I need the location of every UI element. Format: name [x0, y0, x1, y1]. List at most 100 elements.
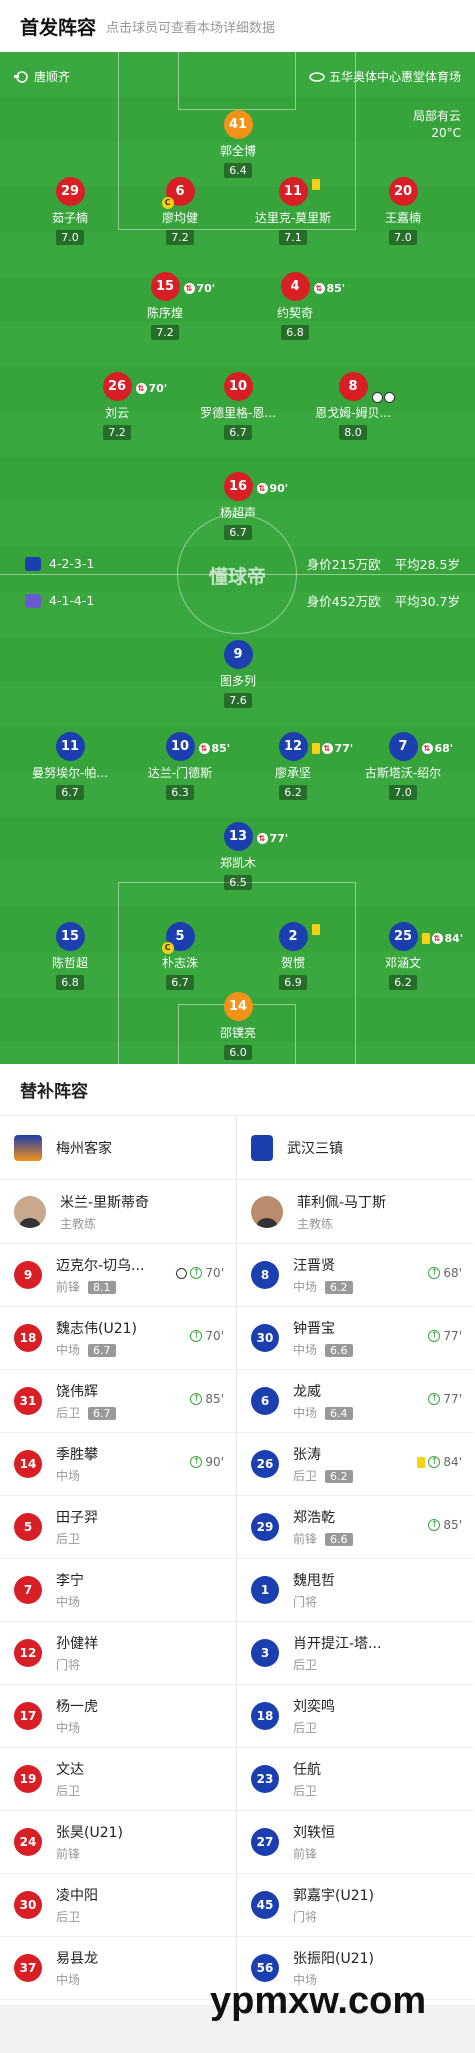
away-player[interactable]: 10 ⇅ 85' 达兰-门德斯 6.3: [125, 732, 235, 800]
away-sub-row[interactable]: 18 刘奕鸣 后卫: [237, 1685, 474, 1748]
sub-position: 中场 6.7: [56, 1341, 137, 1358]
away-sub-row[interactable]: 8 汪晋贤 中场 6.2 ↑ 68': [237, 1244, 474, 1307]
away-player[interactable]: 5 C 朴志洙 6.7: [125, 922, 235, 990]
away-team-header[interactable]: 武汉三镇: [237, 1116, 474, 1180]
player-name: 约契奇: [276, 306, 313, 320]
sub-name: 魏志伟(U21): [56, 1321, 137, 1337]
player-rating: 7.2: [151, 325, 179, 340]
player-rating: 6.7: [224, 525, 252, 540]
home-player[interactable]: 6 C 廖均健 7.2: [125, 177, 235, 245]
home-sub-row[interactable]: 9 迈克尔-切乌... 前锋 8.1 ↑ 70': [0, 1244, 236, 1307]
home-team-header[interactable]: 梅州客家: [0, 1116, 236, 1180]
sub-number: 3: [251, 1639, 279, 1667]
away-player[interactable]: 12 ⇅ 77' 廖承坚 6.2: [238, 732, 353, 800]
away-sub-row[interactable]: 23 任航 后卫: [237, 1748, 474, 1811]
away-player[interactable]: 25 ⇅ 84' 邓涵文 6.2: [348, 922, 463, 990]
home-sub-row[interactable]: 17 杨一虎 中场: [0, 1685, 236, 1748]
home-sub-row[interactable]: 7 李宁 中场: [0, 1559, 236, 1622]
player-rating: 6.5: [224, 875, 252, 890]
sub-number: 19: [14, 1765, 42, 1793]
sub-number: 26: [251, 1450, 279, 1478]
sub-out-icon: ⇅: [421, 743, 433, 754]
home-sub-row[interactable]: 37 易县龙 中场: [0, 1937, 236, 2000]
player-rating: 7.6: [224, 693, 252, 708]
sub-name: 饶伟辉: [56, 1384, 98, 1400]
sub-position: 门将: [293, 1595, 318, 1609]
player-rating: 6.4: [224, 163, 252, 178]
away-sub-row[interactable]: 30 钟晋宝 中场 6.6 ↑ 77': [237, 1307, 474, 1370]
away-player[interactable]: 7 ⇅ 68' 古斯塔沃-绍尔 7.0: [348, 732, 458, 800]
home-sub-row[interactable]: 30 凌中阳 后卫: [0, 1874, 236, 1937]
subs-title: 替补阵容: [0, 1064, 475, 1116]
player-name: 杨超声: [219, 506, 256, 520]
home-player[interactable]: 15 ⇅ 70' 陈序煌 7.2: [110, 272, 220, 340]
sub-minute: 85': [326, 282, 346, 295]
sub-position: 门将: [293, 1910, 318, 1924]
home-sub-row[interactable]: 24 张昊(U21) 前锋: [0, 1811, 236, 1874]
sub-number: 6: [251, 1387, 279, 1415]
sub-minute: 77': [269, 832, 289, 845]
home-player[interactable]: 10 罗德里格-恩... 6.7: [183, 372, 293, 440]
home-coach-role: 主教练: [60, 1216, 97, 1231]
home-subs-column: 梅州客家 米兰-里斯蒂奇 主教练 9 迈克尔-切乌... 前锋 8.1 ↑ 70' 18 魏志…: [0, 1116, 237, 2000]
player-rating: 6.8: [281, 325, 309, 340]
home-player[interactable]: 41 郭全博 6.4: [183, 110, 293, 178]
player-name: 恩戈姆-姆贝...: [315, 406, 391, 420]
home-sub-row[interactable]: 18 魏志伟(U21) 中场 6.7 ↑ 70': [0, 1307, 236, 1370]
away-sub-row[interactable]: 27 刘轶恒 前锋: [237, 1811, 474, 1874]
away-player[interactable]: 15 陈哲超 6.8: [15, 922, 125, 990]
away-sub-row[interactable]: 29 郑浩乾 前锋 6.6 ↑ 85': [237, 1496, 474, 1559]
away-sub-row[interactable]: 26 张涛 后卫 6.2 ↑ 84': [237, 1433, 474, 1496]
stadium-icon: [309, 70, 325, 84]
sub-number: 5: [14, 1513, 42, 1541]
away-player[interactable]: 2 贺惯 6.9: [238, 922, 348, 990]
away-team-info: 4-1-4-1 身价452万欧 平均30.7岁: [25, 591, 460, 610]
home-player[interactable]: 11 达里克-莫里斯 7.1: [238, 177, 348, 245]
player-name: 陈序煌: [146, 306, 183, 320]
home-sub-row[interactable]: 14 季胜攀 中场 ↑ 90': [0, 1433, 236, 1496]
home-player[interactable]: 26 ⇅ 70' 刘云 7.2: [62, 372, 172, 440]
player-name: 古斯塔沃-绍尔: [364, 766, 442, 780]
home-player[interactable]: 29 茹子楠 7.0: [15, 177, 125, 245]
player-rating: 6.7: [166, 975, 194, 990]
home-sub-row[interactable]: 19 文达 后卫: [0, 1748, 236, 1811]
home-sub-row[interactable]: 31 饶伟辉 后卫 6.7 ↑ 85': [0, 1370, 236, 1433]
home-player[interactable]: 16 ⇅ 90' 杨超声 6.7: [183, 472, 293, 540]
away-sub-row[interactable]: 6 龙威 中场 6.4 ↑ 77': [237, 1370, 474, 1433]
sub-in-icon: ↑: [428, 1519, 441, 1531]
sub-position: 中场: [56, 1595, 81, 1609]
away-sub-row[interactable]: 3 肖开提江-塔... 后卫: [237, 1622, 474, 1685]
sub-in-icon: ↑: [190, 1393, 203, 1405]
sub-rating: 6.4: [325, 1407, 353, 1420]
yellow-card-icon: [311, 179, 320, 190]
home-coach[interactable]: 米兰-里斯蒂奇 主教练: [0, 1180, 236, 1244]
home-formation: 4-2-3-1: [49, 556, 95, 571]
away-player[interactable]: 14 邵镤亮 6.0: [183, 992, 293, 1060]
sub-name: 张振阳(U21): [293, 1951, 374, 1967]
player-name: 达里克-莫里斯: [254, 211, 332, 225]
player-rating: 6.0: [224, 1045, 252, 1060]
away-player[interactable]: 9 图多列 7.6: [183, 640, 293, 708]
away-player[interactable]: 13 ⇅ 77' 郑凯木 6.5: [183, 822, 293, 890]
away-player[interactable]: 11 曼努埃尔-帕... 6.7: [15, 732, 125, 800]
sub-in-minute: 90': [205, 1455, 224, 1469]
home-sub-row[interactable]: 12 孙健祥 门将: [0, 1622, 236, 1685]
player-number: 6C: [161, 177, 195, 209]
away-coach[interactable]: 菲利佩-马丁斯 主教练: [237, 1180, 474, 1244]
home-player[interactable]: 4 ⇅ 85' 约契奇 6.8: [240, 272, 350, 340]
home-player[interactable]: 8 恩戈姆-姆贝... 8.0: [298, 372, 408, 440]
sub-name: 张涛: [293, 1447, 321, 1463]
sub-number: 18: [14, 1324, 42, 1352]
yellow-card-icon: [421, 933, 430, 944]
away-sub-row[interactable]: 1 魏甩哲 门将: [237, 1559, 474, 1622]
player-number: 5C: [161, 922, 195, 954]
sub-position: 后卫: [293, 1784, 318, 1798]
home-sub-row[interactable]: 5 田子羿 后卫: [0, 1496, 236, 1559]
referee-name: 唐顺齐: [34, 70, 71, 84]
player-rating: 6.7: [224, 425, 252, 440]
home-player[interactable]: 20 王嘉楠 7.0: [348, 177, 458, 245]
away-sub-row[interactable]: 45 郭嘉宇(U21) 门将: [237, 1874, 474, 1937]
weather-info: 局部有云 20°C: [413, 108, 461, 142]
sub-name: 迈克尔-切乌...: [56, 1258, 145, 1274]
sub-rating: 6.7: [88, 1407, 116, 1420]
